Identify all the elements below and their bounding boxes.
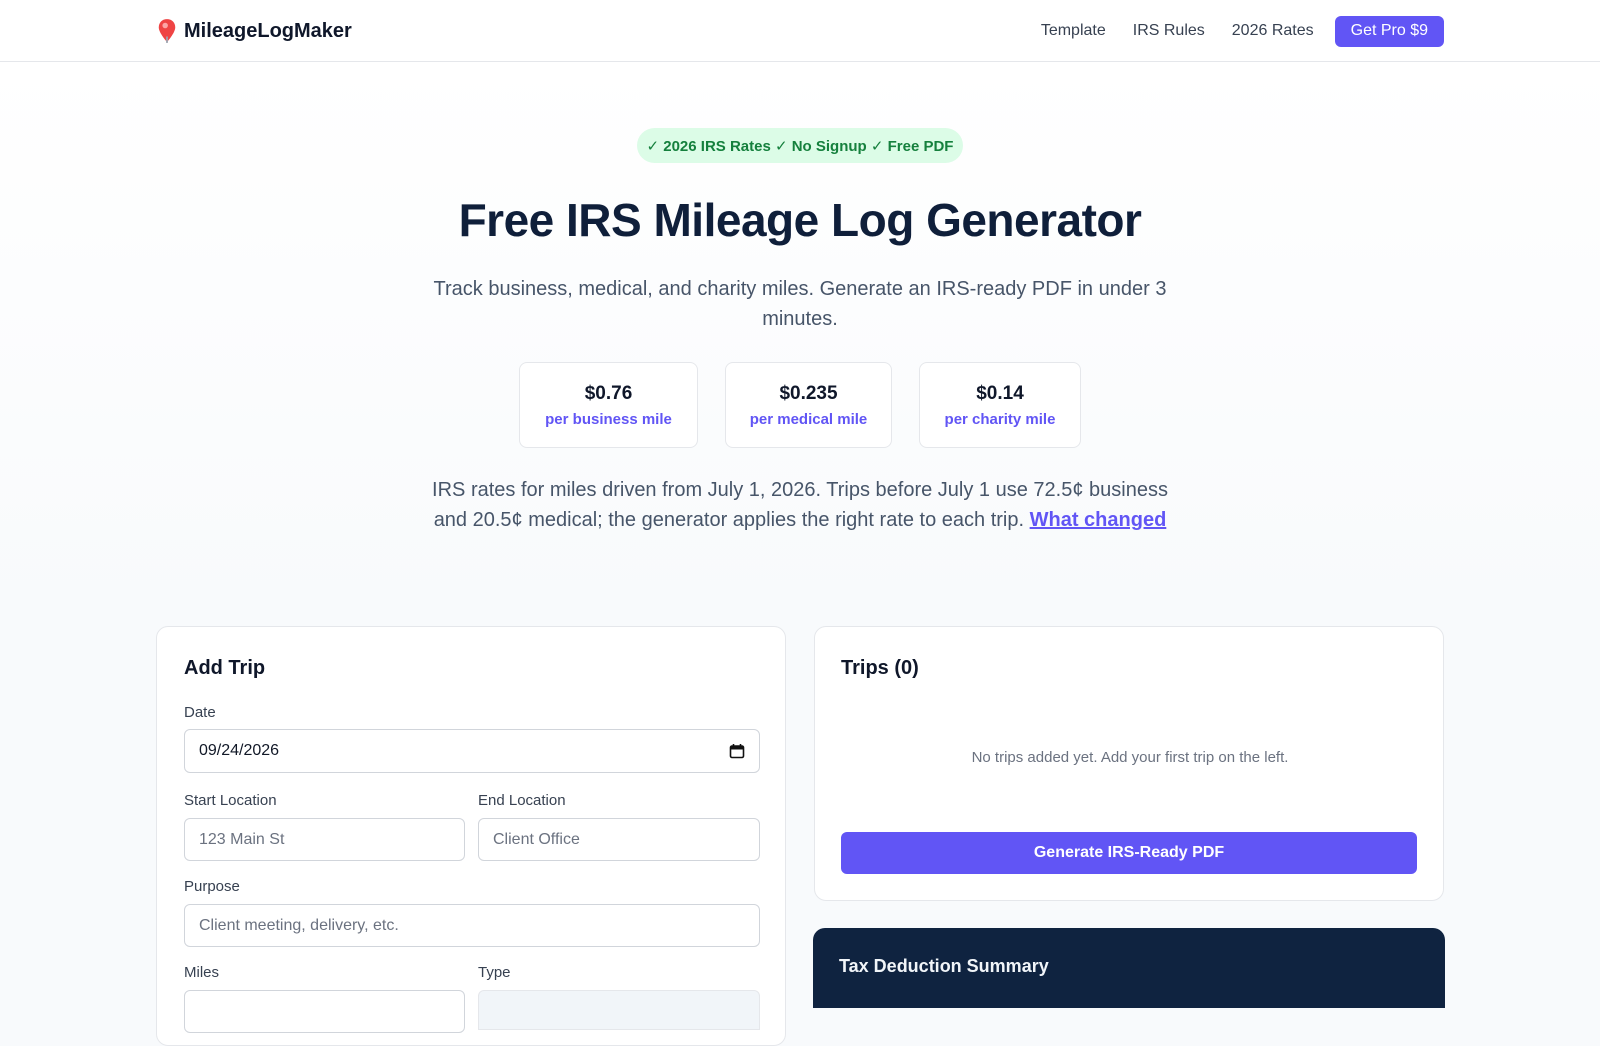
rate-value: $0.235 [779,383,838,404]
purpose-label: Purpose [184,878,240,895]
end-location-label: End Location [478,792,566,809]
page-title: Free IRS Mileage Log Generator [458,194,1142,246]
add-trip-title: Add Trip [184,657,266,679]
get-pro-button[interactable]: Get Pro $9 [1334,15,1444,47]
type-label: Type [478,964,511,981]
trips-empty-message: No trips added yet. Add your first trip … [971,749,1289,766]
rate-card-business: $0.76 per business mile [519,362,698,448]
nav-link-irs-rules[interactable]: IRS Rules [1133,22,1205,40]
tax-summary-panel: Tax Deduction Summary [813,928,1445,1008]
purpose-input[interactable] [184,904,760,947]
start-location-input[interactable] [184,818,465,861]
end-location-input[interactable] [478,818,760,861]
feature-badge: ✓ 2026 IRS Rates ✓ No Signup ✓ Free PDF [637,128,963,163]
miles-input[interactable] [184,990,465,1033]
rate-card-medical: $0.235 per medical mile [725,362,892,448]
main-nav: Template IRS Rules 2026 Rates Get Pro $9 [1014,15,1444,47]
type-select[interactable] [478,990,760,1030]
trips-title: Trips (0) [841,657,919,679]
nav-link-template[interactable]: Template [1041,22,1106,40]
rate-card-charity: $0.14 per charity mile [919,362,1081,448]
brand-logo[interactable]: MileageLogMaker [156,18,352,44]
tax-summary-title: Tax Deduction Summary [839,956,1049,976]
nav-link-2026-rates[interactable]: 2026 Rates [1232,22,1314,40]
calendar-icon[interactable] [729,743,745,759]
rate-label: per medical mile [749,411,868,428]
rate-value: $0.76 [584,383,633,404]
start-location-label: Start Location [184,792,277,809]
miles-label: Miles [184,964,220,981]
map-pin-icon [158,19,176,43]
hero-subtitle: Track business, medical, and charity mil… [433,278,1167,330]
generate-pdf-button[interactable]: Generate IRS-Ready PDF [841,832,1417,874]
rate-value: $0.14 [976,383,1024,404]
add-trip-card: Add Trip Date 09/24/2026 Start Location … [156,626,786,1046]
rate-note: IRS rates for miles driven from July 1, … [420,475,1180,535]
what-changed-link[interactable]: What changed [1030,509,1167,531]
brand-name: MileageLogMaker [184,19,352,42]
top-nav-bar: MileageLogMaker Template IRS Rules 2026 … [0,0,1600,62]
rate-label: per charity mile [944,411,1056,428]
rate-label: per business mile [545,411,672,428]
hero-section: ✓ 2026 IRS Rates ✓ No Signup ✓ Free PDF … [0,62,1600,622]
date-value: 09/24/2026 [199,742,280,759]
trips-card: Trips (0) No trips added yet. Add your f… [814,626,1444,901]
date-input[interactable]: 09/24/2026 [184,729,760,773]
date-label: Date [184,704,216,721]
